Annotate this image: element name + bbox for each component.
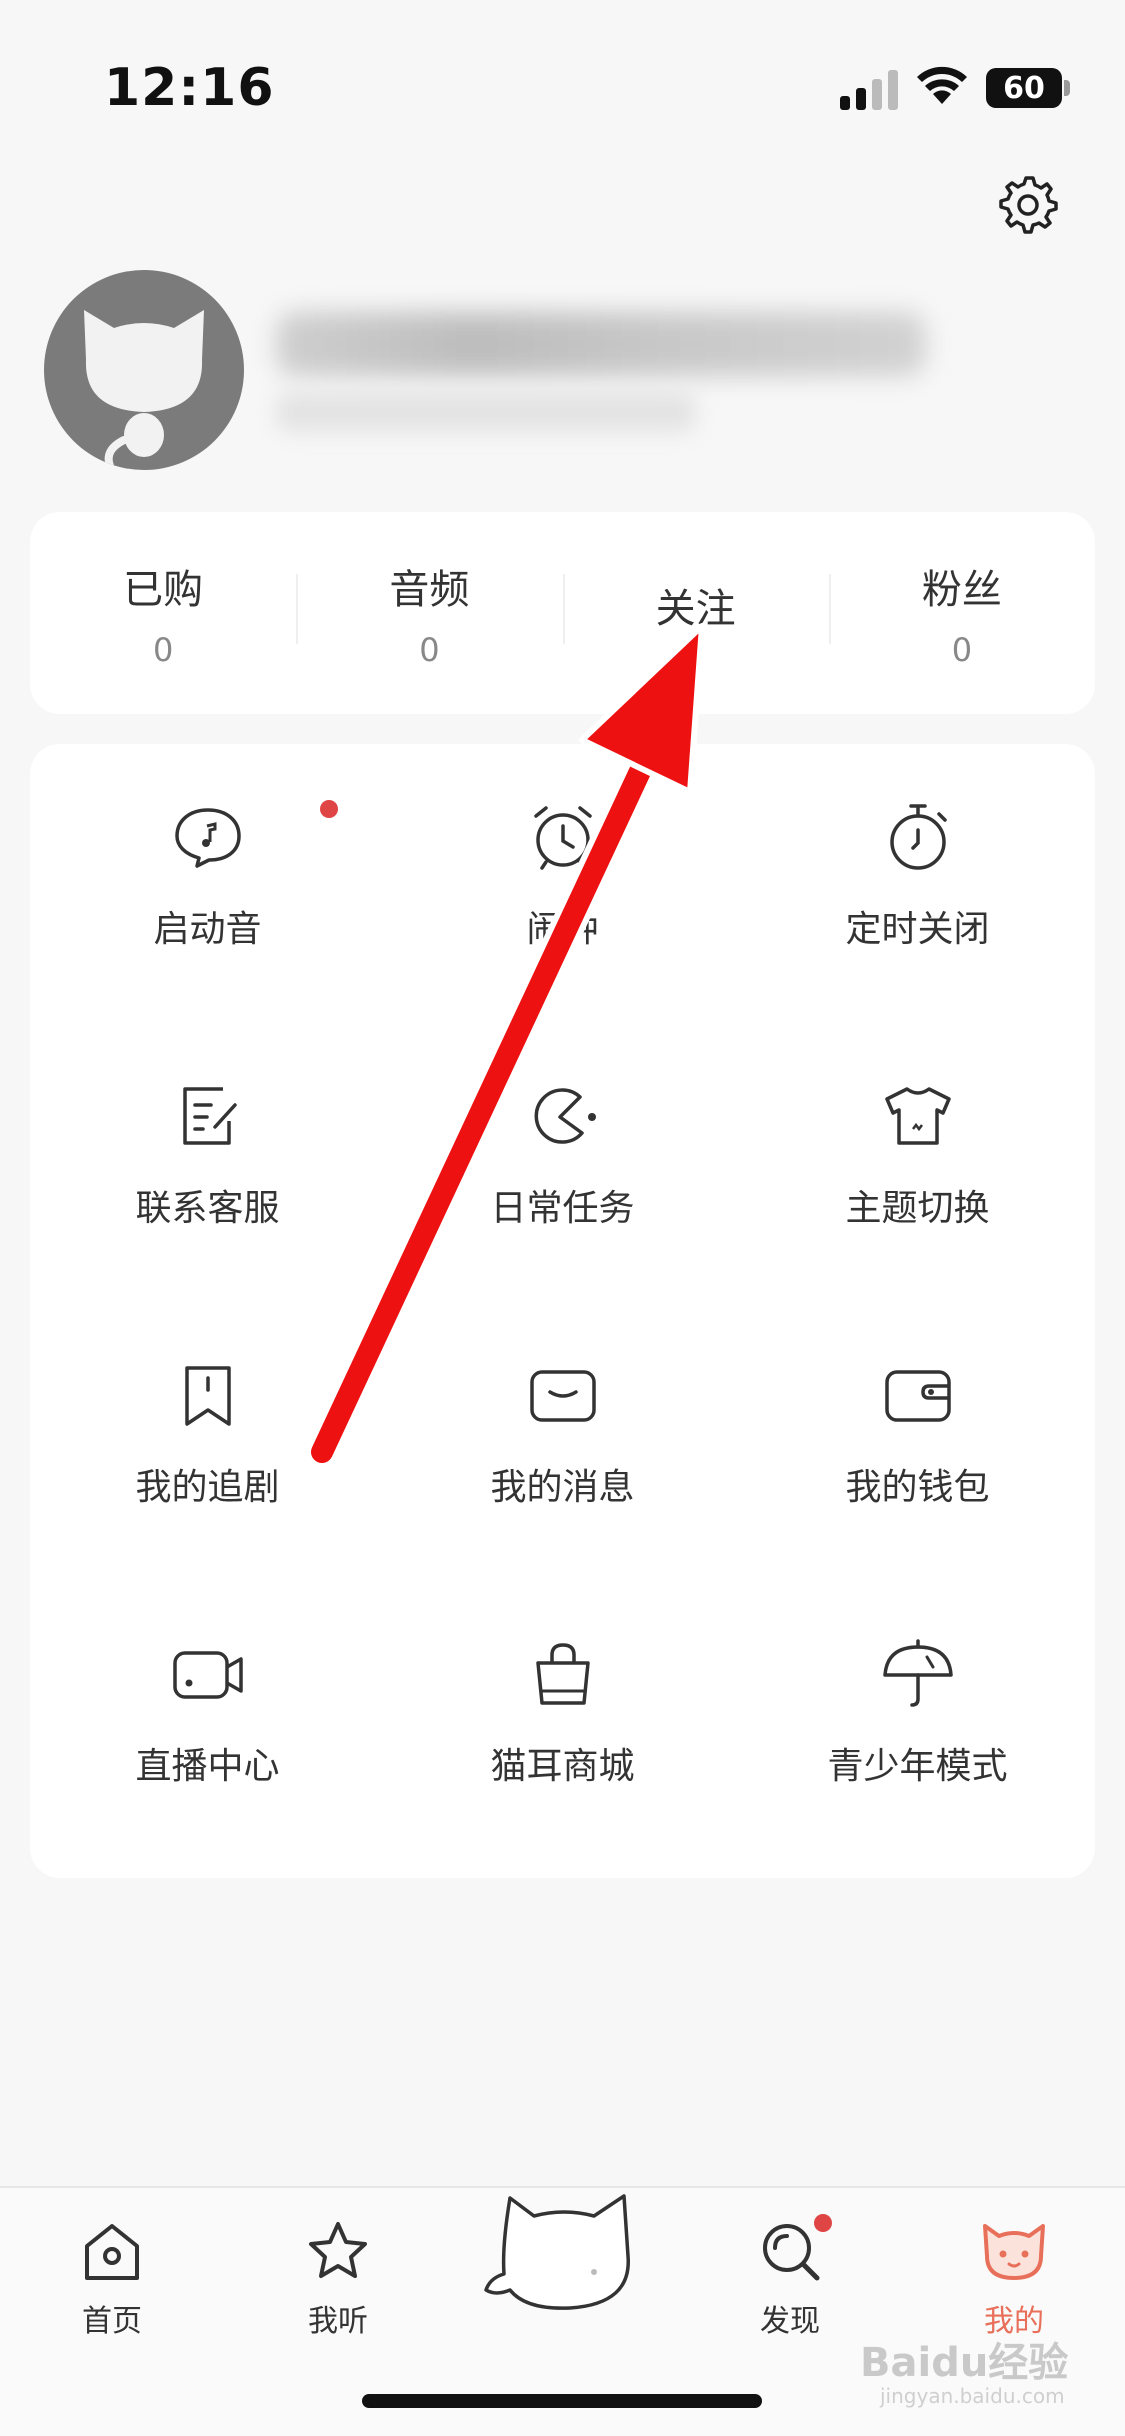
status-time: 12:16 (104, 58, 275, 118)
grid-label: 主题切换 (845, 1188, 990, 1229)
stat-following[interactable]: 关注 (562, 512, 829, 714)
stat-label: 关注 (655, 586, 736, 632)
grid-item-sleep-timer[interactable]: 定时关闭 (740, 796, 1095, 1075)
tab-label: 首页 (82, 2304, 142, 2339)
cellular-signal-icon (840, 70, 898, 110)
grid-item-live-center[interactable]: 直播中心 (30, 1633, 385, 1912)
stat-value: 0 (152, 631, 174, 669)
stat-label: 已购 (123, 567, 204, 613)
music-bubble-icon (174, 808, 241, 868)
timer-icon (889, 804, 947, 870)
grid-item-customer-service[interactable]: 联系客服 (30, 1075, 385, 1354)
grid-item-theme[interactable]: 主题切换 (740, 1075, 1095, 1354)
pacman-icon (534, 1088, 596, 1144)
user-subtitle-blurred (276, 392, 696, 432)
grid-item-my-dramas[interactable]: 我的追剧 (30, 1354, 385, 1633)
tab-home[interactable]: 首页 (32, 2216, 192, 2340)
stat-purchased[interactable]: 已购 0 (30, 512, 296, 714)
mail-icon (529, 1370, 596, 1422)
stat-value: 0 (419, 631, 440, 669)
grid-label: 直播中心 (135, 1746, 280, 1787)
grid-item-shop[interactable]: 猫耳商城 (385, 1633, 740, 1912)
tab-mine[interactable]: 我的 (934, 2216, 1094, 2340)
umbrella-icon (882, 1639, 953, 1707)
home-icon (85, 2224, 139, 2280)
wifi-icon (917, 66, 967, 104)
grid-label: 日常任务 (490, 1188, 635, 1229)
avatar[interactable] (44, 270, 244, 470)
tshirt-icon (884, 1087, 951, 1145)
features-grid: 启动音 闹钟 定时关闭 联系客服 日常任务 主题切换 我的追剧 我的消息 我的钱… (30, 796, 1095, 1912)
wallet-icon (884, 1370, 951, 1422)
cat-face-icon (983, 2224, 1045, 2280)
grid-item-daily-tasks[interactable]: 日常任务 (385, 1075, 740, 1354)
grid-item-alarm[interactable]: 闹钟 (385, 796, 740, 1075)
grid-label: 闹钟 (526, 909, 599, 950)
grid-label: 我的追剧 (135, 1467, 280, 1508)
bookmark-icon (184, 1366, 231, 1426)
grid-item-youth-mode[interactable]: 青少年模式 (740, 1633, 1095, 1912)
grid-item-my-wallet[interactable]: 我的钱包 (740, 1354, 1095, 1633)
notification-dot (814, 2214, 832, 2232)
features-card: 启动音 闹钟 定时关闭 联系客服 日常任务 主题切换 我的追剧 我的消息 我的钱… (30, 744, 1095, 1878)
grid-label: 联系客服 (135, 1188, 280, 1229)
tab-listen[interactable]: 我听 (258, 2216, 418, 2340)
shopping-bag-icon (535, 1643, 590, 1705)
grid-label: 猫耳商城 (490, 1746, 635, 1787)
stat-label: 粉丝 (921, 567, 1002, 613)
battery-indicator: 60 (986, 68, 1062, 108)
stat-value: 0 (951, 631, 973, 669)
cat-avatar-icon (84, 310, 204, 470)
stat-fans[interactable]: 粉丝 0 (828, 512, 1095, 714)
tab-discover[interactable]: 发现 (710, 2216, 870, 2340)
alarm-clock-icon (533, 806, 592, 870)
watermark: Baidu经验 (860, 2340, 1069, 2386)
grid-item-my-messages[interactable]: 我的消息 (385, 1354, 740, 1633)
notification-dot (320, 800, 338, 818)
username-blurred (276, 312, 926, 376)
grid-label: 青少年模式 (827, 1746, 1008, 1787)
status-bar: 12:16 60 (0, 0, 1125, 150)
grid-label: 我的钱包 (845, 1467, 990, 1508)
tab-label: 发现 (760, 2304, 820, 2339)
battery-tip (1064, 80, 1070, 96)
stat-label: 音频 (389, 567, 470, 613)
tab-label: 我听 (308, 2304, 368, 2339)
stat-audio[interactable]: 音频 0 (296, 512, 562, 714)
grid-label: 定时关闭 (845, 909, 990, 950)
star-icon (309, 2222, 367, 2278)
home-indicator (362, 2394, 762, 2408)
cat-mascot-icon[interactable] (474, 2186, 654, 2326)
gear-icon[interactable] (996, 172, 1060, 236)
grid-item-startup-sound[interactable]: 启动音 (30, 796, 385, 1075)
grid-label: 启动音 (153, 909, 262, 950)
edit-note-icon (182, 1087, 237, 1145)
stats-card: 已购 0 音频 0 关注 粉丝 0 (30, 512, 1095, 714)
video-camera-icon (172, 1651, 243, 1699)
watermark-url: jingyan.baidu.com (880, 2384, 1065, 2408)
grid-label: 我的消息 (490, 1467, 635, 1508)
